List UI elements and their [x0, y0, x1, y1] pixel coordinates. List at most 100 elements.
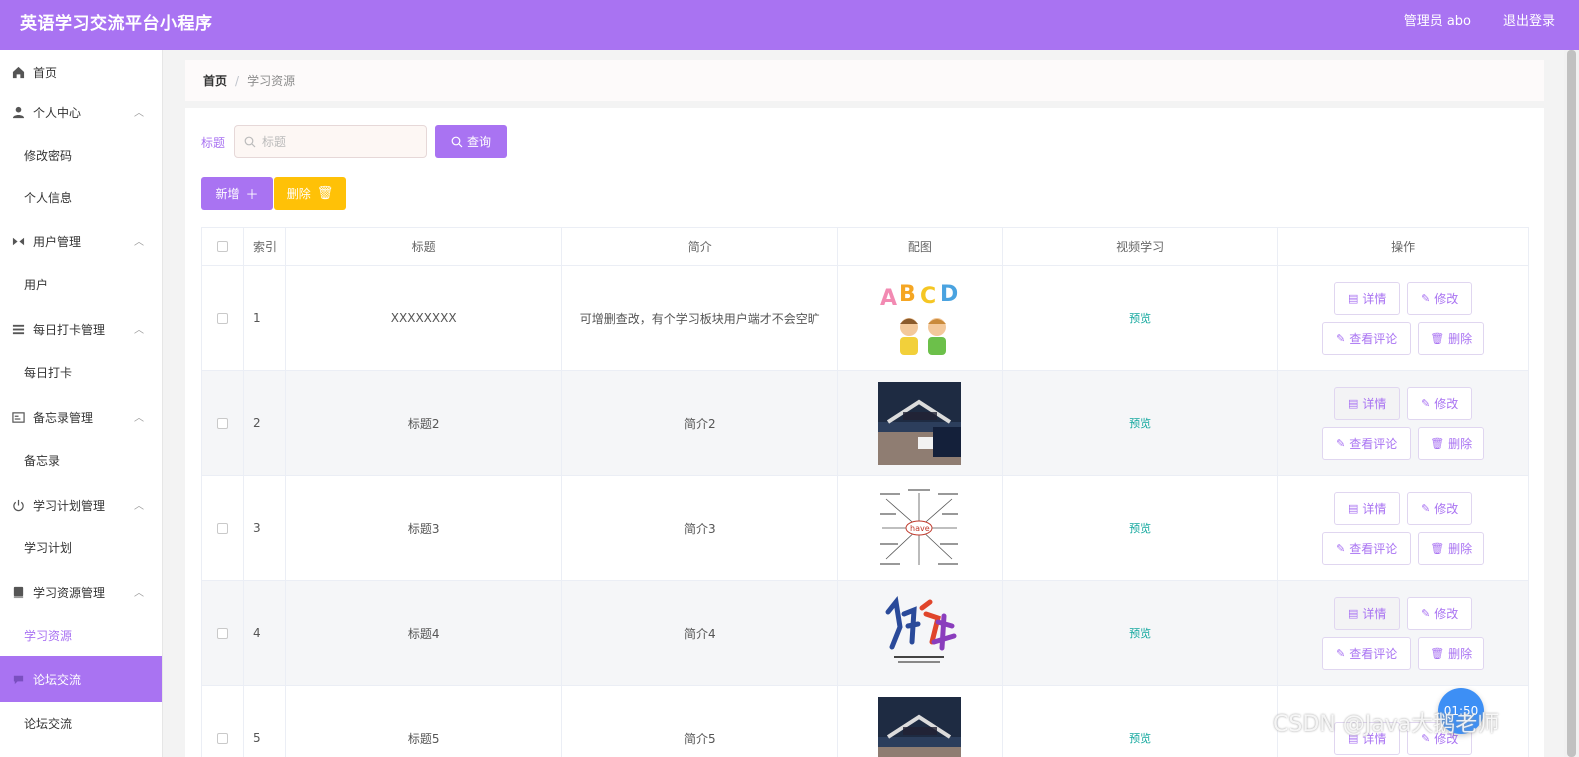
users-icon: [11, 234, 25, 248]
sidebar-group-label: 学习计划管理: [33, 498, 106, 513]
pencil-icon: ✎: [1421, 291, 1431, 305]
sidebar-sub-daily-checkin[interactable]: 每日打卡: [0, 351, 162, 393]
view-comments-button[interactable]: ✎ 查看评论: [1322, 426, 1412, 460]
trash-icon: 🗑: [1430, 436, 1445, 450]
delete-button[interactable]: 🗑 删除: [1418, 321, 1485, 355]
row-title: XXXXXXXX: [286, 266, 563, 370]
word-map-image[interactable]: have: [878, 486, 962, 570]
delete-button[interactable]: 🗑 删除: [1418, 636, 1485, 670]
sidebar-sub-memo[interactable]: 备忘录: [0, 439, 162, 481]
pencil-icon: ✎: [1421, 396, 1431, 410]
detail-button[interactable]: ▤ 详情: [1334, 281, 1401, 315]
row-intro: 可增删查改，有个学习板块用户端才不会空旷: [562, 266, 839, 370]
query-button[interactable]: 查询: [435, 125, 507, 158]
detail-button[interactable]: ▤ 详情: [1334, 491, 1401, 525]
trash-icon: 🗑: [1430, 646, 1445, 660]
search-icon: [451, 136, 463, 147]
sidebar-sub-user[interactable]: 用户: [0, 263, 162, 305]
search-field[interactable]: [234, 125, 427, 158]
forum-icon: [11, 672, 25, 686]
calligraphy-image[interactable]: [878, 591, 962, 675]
table-row: 1 XXXXXXXX 可增删查改，有个学习板块用户端才不会空旷 A B C D …: [202, 266, 1528, 371]
video-preview-link[interactable]: 预览: [1129, 730, 1151, 746]
row-checkbox[interactable]: [216, 417, 228, 429]
video-preview-link[interactable]: 预览: [1129, 625, 1151, 641]
breadcrumb-separator: /: [235, 73, 240, 88]
trash-icon: 🗑: [1430, 331, 1445, 345]
delete-button[interactable]: 🗑 删除: [1418, 426, 1485, 460]
breadcrumb-home[interactable]: 首页: [203, 72, 227, 89]
student-writing-image[interactable]: [878, 381, 962, 465]
sidebar-group-forum[interactable]: 论坛交流: [0, 656, 162, 702]
scrollbar-thumb[interactable]: [1567, 50, 1576, 757]
student-writing-image[interactable]: [878, 696, 962, 757]
add-button[interactable]: 新增 ＋: [201, 177, 273, 210]
delete-button[interactable]: 🗑 删除: [1418, 531, 1485, 565]
sidebar: 首页 个人中心 ︿ 修改密码 个人信息 用户管理 ︿ 用户 每日打卡管理 ︿ 每…: [0, 50, 163, 757]
sidebar-group-checkin[interactable]: 每日打卡管理 ︿: [0, 307, 162, 351]
chevron-up-icon: ︿: [134, 413, 144, 424]
sidebar-group-label: 用户管理: [33, 234, 82, 249]
sidebar-sub-profile[interactable]: 个人信息: [0, 176, 162, 218]
document-icon: ▤: [1347, 396, 1359, 410]
sidebar-item-home[interactable]: 首页: [0, 50, 162, 94]
sidebar-sub-study-plan[interactable]: 学习计划: [0, 526, 162, 568]
row-checkbox[interactable]: [216, 522, 228, 534]
logout-link[interactable]: 退出登录: [1503, 10, 1555, 29]
row-title: 标题4: [286, 581, 563, 685]
sidebar-group-label: 备忘录管理: [33, 410, 94, 425]
detail-button[interactable]: ▤ 详情: [1334, 386, 1401, 420]
select-all-checkbox[interactable]: [216, 241, 228, 252]
row-index: 3: [244, 476, 286, 580]
pencil-icon: ✎: [1336, 331, 1346, 345]
row-title: 标题5: [286, 686, 563, 757]
sidebar-group-users[interactable]: 用户管理 ︿: [0, 219, 162, 263]
video-preview-link[interactable]: 预览: [1129, 310, 1151, 326]
chevron-up-icon: ︿: [134, 325, 144, 336]
chevron-up-icon: ︿: [134, 588, 144, 599]
row-title: 标题2: [286, 371, 563, 475]
sidebar-sub-forum[interactable]: 论坛交流: [0, 702, 162, 744]
svg-text:D: D: [940, 282, 958, 307]
sidebar-group-resources[interactable]: 学习资源管理 ︿: [0, 570, 162, 614]
page-scrollbar[interactable]: [1564, 50, 1579, 757]
view-comments-button[interactable]: ✎ 查看评论: [1322, 321, 1412, 355]
row-intro: 简介3: [562, 476, 839, 580]
app-title: 英语学习交流平台小程序: [20, 14, 213, 34]
row-checkbox[interactable]: [216, 312, 228, 324]
video-preview-link[interactable]: 预览: [1129, 520, 1151, 536]
row-checkbox[interactable]: [216, 732, 228, 744]
row-index: 5: [244, 686, 286, 757]
breadcrumb-current: 学习资源: [247, 74, 296, 88]
sidebar-sub-change-password[interactable]: 修改密码: [0, 134, 162, 176]
home-icon: [11, 65, 25, 79]
document-icon: ▤: [1347, 501, 1359, 515]
trash-icon: 🗑: [1430, 541, 1445, 555]
sidebar-group-memo[interactable]: 备忘录管理 ︿: [0, 395, 162, 439]
table-row: 3 标题3 简介3 have 预览 ▤ 详情 ✎ 修改 ✎ 查看评论 🗑 删除: [202, 476, 1528, 581]
column-header-intro: 简介: [562, 228, 839, 265]
view-comments-button[interactable]: ✎ 查看评论: [1322, 531, 1412, 565]
row-checkbox[interactable]: [216, 627, 228, 639]
sidebar-group-study-plan[interactable]: 学习计划管理 ︿: [0, 483, 162, 527]
query-button-label: 查询: [466, 135, 491, 149]
table-row: 2 标题2 简介2 预览 ▤ 详情 ✎ 修改 ✎ 查看评论 🗑 删除: [202, 371, 1528, 476]
pencil-icon: ✎: [1336, 436, 1346, 450]
sidebar-sub-resources[interactable]: 学习资源: [0, 614, 162, 656]
edit-button[interactable]: ✎ 修改: [1407, 491, 1473, 525]
edit-button[interactable]: ✎ 修改: [1407, 281, 1473, 315]
video-preview-link[interactable]: 预览: [1129, 415, 1151, 431]
table-row: 4 标题4 简介4 预览 ▤ 详情 ✎ 修改 ✎ 查看评论 🗑 删除: [202, 581, 1528, 686]
row-index: 2: [244, 371, 286, 475]
sidebar-group-personal[interactable]: 个人中心 ︿: [0, 90, 162, 134]
column-header-actions: 操作: [1391, 240, 1416, 254]
bulk-delete-button[interactable]: 删除 🗑: [274, 177, 346, 210]
detail-button[interactable]: ▤ 详情: [1334, 596, 1401, 630]
view-comments-button[interactable]: ✎ 查看评论: [1322, 636, 1412, 670]
edit-button[interactable]: ✎ 修改: [1407, 386, 1473, 420]
search-input[interactable]: [262, 134, 412, 149]
edit-button[interactable]: ✎ 修改: [1407, 596, 1473, 630]
svg-text:have: have: [910, 524, 930, 533]
plus-icon: ＋: [245, 188, 259, 203]
abcd-kids-image[interactable]: A B C D: [878, 276, 962, 360]
